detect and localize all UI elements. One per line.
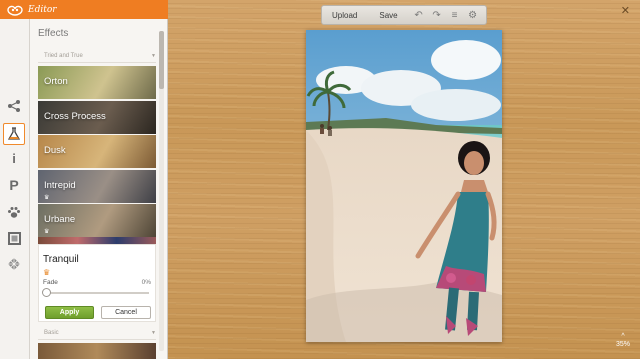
chevron-down-icon: ▼ <box>151 330 156 336</box>
effect-label: Urbane <box>44 214 76 225</box>
selected-effect-name: Tranquil <box>43 254 79 265</box>
selected-effect-card: Tranquil ♛ Fade 0% Apply Cancel <box>38 244 156 322</box>
paw-icon <box>8 206 20 218</box>
rail-frames[interactable] <box>3 227 25 249</box>
chevron-down-icon: ▼ <box>151 53 156 59</box>
cancel-button[interactable]: Cancel <box>101 306 151 319</box>
premium-crown-icon: ♛ <box>44 229 50 235</box>
effects-panel: Effects Tried and True ▼ Orton Cross Proc… <box>30 19 168 359</box>
tool-rail: i P <box>0 19 30 359</box>
save-button[interactable]: Save <box>379 11 397 20</box>
close-icon[interactable]: ✕ <box>621 4 630 17</box>
premium-crown-icon: ♛ <box>44 194 50 201</box>
panel-title: Effects <box>38 28 69 39</box>
fade-label: Fade <box>43 279 58 286</box>
effect-label: Orton <box>44 76 68 87</box>
app-title: Editor <box>28 4 57 15</box>
layers-icon[interactable]: ≡ <box>448 8 462 22</box>
selected-effect-thumbnail <box>38 237 156 244</box>
app-header: Editor <box>0 0 168 19</box>
effect-cross-process[interactable]: Cross Process <box>38 100 156 134</box>
rail-stickers[interactable] <box>3 201 25 223</box>
undo-icon[interactable]: ↶ <box>412 8 426 22</box>
chevron-up-icon: ^ <box>621 333 625 340</box>
text-p-icon: P <box>9 177 19 193</box>
share-icon <box>8 100 20 112</box>
rail-effects[interactable] <box>3 123 25 145</box>
category-dropdown[interactable]: Tried and True ▼ <box>38 51 156 63</box>
category-selected: Tried and True <box>44 53 83 59</box>
effect-orton[interactable]: Orton <box>38 66 156 99</box>
rail-info[interactable]: i <box>3 147 25 169</box>
frame-icon <box>7 231 21 245</box>
premium-crown-icon: ♛ <box>43 268 51 277</box>
scrollbar-thumb[interactable] <box>159 31 164 89</box>
texture-icon <box>8 258 20 270</box>
zoom-indicator[interactable]: ^ 35% <box>616 333 630 349</box>
upload-button[interactable]: Upload <box>332 11 357 20</box>
flask-icon <box>8 127 20 140</box>
rail-share[interactable] <box>3 95 25 117</box>
effect-dusk[interactable]: Dusk <box>38 135 156 168</box>
rail-text[interactable]: P <box>3 174 25 196</box>
gear-icon[interactable]: ⚙ <box>466 8 480 22</box>
edited-photo[interactable] <box>306 30 502 342</box>
rail-textures[interactable] <box>3 253 25 275</box>
fade-slider-track[interactable] <box>47 292 149 294</box>
basic-category-dropdown[interactable]: Basic ▼ <box>38 328 156 340</box>
effect-label: Intrepid <box>44 179 76 191</box>
fade-slider-thumb[interactable] <box>42 288 51 297</box>
panel-scrollbar[interactable] <box>159 31 164 351</box>
basic-category-label: Basic <box>44 330 59 336</box>
logo-icon <box>7 5 23 16</box>
effect-thumbnail-next[interactable] <box>38 343 156 359</box>
effect-label: Dusk <box>44 145 66 156</box>
effect-intrepid[interactable]: Intrepid ♛ <box>38 169 156 203</box>
effect-label: Cross Process <box>44 110 106 122</box>
effect-urbane[interactable]: Urbane ♛ <box>38 204 156 237</box>
redo-icon[interactable]: ↷ <box>430 8 444 22</box>
apply-button[interactable]: Apply <box>45 306 94 319</box>
info-icon: i <box>12 150 16 166</box>
beach-photo-image <box>306 30 502 342</box>
zoom-level: 35% <box>615 341 630 348</box>
fade-value: 0% <box>141 279 151 286</box>
top-toolbar: Upload Save ↶ ↷ ≡ ⚙ <box>321 5 487 25</box>
